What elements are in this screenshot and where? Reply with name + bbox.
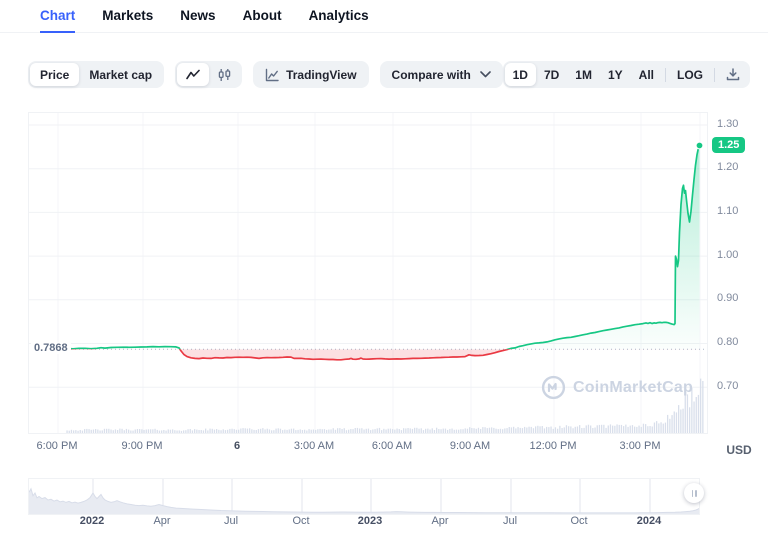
market-cap-button[interactable]: Market cap <box>79 63 162 86</box>
range-1m-button[interactable]: 1M <box>567 63 600 86</box>
divider <box>665 67 666 82</box>
x-tick-label: 12:00 PM <box>529 440 577 452</box>
tradingview-chart-icon <box>265 68 279 81</box>
timeline-label-jul: Jul <box>502 515 518 527</box>
current-price-badge: 1.25 <box>712 136 746 153</box>
y-tick-label: 1.20 <box>717 161 739 174</box>
currency-unit-label: USD <box>726 443 752 457</box>
x-tick-label: 9:00 PM <box>121 440 163 452</box>
download-button[interactable] <box>718 63 748 86</box>
timeline-label-2024: 2024 <box>636 515 662 527</box>
coin-detail-page: Chart Markets News About Analytics Price Mark… <box>0 0 768 548</box>
watermark-text: CoinMarketCap <box>573 378 693 396</box>
chart-toolbar: Price Market cap TradingView Compare wit… <box>28 61 750 88</box>
range-7d-button[interactable]: 7D <box>536 63 567 86</box>
range-1y-button[interactable]: 1Y <box>600 63 631 86</box>
range-options: 1D 7D 1M 1Y All <box>504 63 662 86</box>
chevron-down-icon <box>479 71 491 78</box>
timeline-label-2023: 2023 <box>357 515 383 527</box>
x-tick-label: 6:00 AM <box>371 440 413 452</box>
download-icon <box>726 68 740 81</box>
tab-chart[interactable]: Chart <box>40 0 76 33</box>
timeline-label-oct: Oct <box>292 515 310 527</box>
divider <box>714 67 715 82</box>
candlestick-icon <box>218 68 231 81</box>
x-tick-label: 6 <box>233 440 241 452</box>
y-axis: 1.30 1.20 1.10 1.00 0.90 0.80 0.70 1.25 <box>707 112 765 444</box>
coinmarketcap-watermark: CoinMarketCap <box>541 375 693 400</box>
chart-type-toggle <box>175 61 243 88</box>
x-tick-label: 9:00 AM <box>449 440 491 452</box>
compare-with-dropdown[interactable]: Compare with <box>379 61 503 88</box>
tab-markets[interactable]: Markets <box>102 0 153 33</box>
line-chart-type-button[interactable] <box>177 63 210 86</box>
timeline-label-apr: Apr <box>153 515 171 527</box>
x-tick-label: 6:00 PM <box>36 440 78 452</box>
x-tick-label: 3:00 PM <box>619 440 661 452</box>
price-button[interactable]: Price <box>30 63 80 86</box>
range-all-button[interactable]: All <box>631 63 662 86</box>
tab-news[interactable]: News <box>180 0 215 33</box>
tradingview-button[interactable]: TradingView <box>253 61 369 88</box>
minimap-canvas <box>28 479 700 514</box>
x-axis: 6:00 PM 9:00 PM 6 3:00 AM 6:00 AM 9:00 AM 12:0… <box>0 440 768 456</box>
timeline-axis: 2022 Apr Jul Oct 2023 Apr Jul Oct 2024 <box>0 515 768 531</box>
y-tick-label: 1.00 <box>717 248 739 261</box>
range-1d-button[interactable]: 1D <box>504 63 536 86</box>
price-chart-plot[interactable]: 0.7868 CoinMarketCap <box>28 112 708 434</box>
previous-close-label: 0.7868 <box>31 342 71 354</box>
y-tick-label: 0.70 <box>717 379 739 392</box>
log-scale-button[interactable]: LOG <box>669 63 711 86</box>
timeline-label-jul: Jul <box>223 515 239 527</box>
timeline-label-2022: 2022 <box>79 515 105 527</box>
y-tick-label: 1.30 <box>717 117 739 130</box>
coinmarketcap-logo-icon <box>541 375 566 400</box>
y-tick-label: 0.80 <box>717 336 739 348</box>
compare-with-label: Compare with <box>391 67 471 82</box>
timeline-label-apr: Apr <box>431 515 449 527</box>
x-tick-label: 3:00 AM <box>293 440 335 452</box>
line-chart-icon <box>186 69 200 80</box>
tab-about[interactable]: About <box>243 0 282 33</box>
time-range-toggle: 1D 7D 1M 1Y All LOG <box>502 61 750 88</box>
timeline-minimap[interactable] <box>28 478 704 515</box>
tab-analytics[interactable]: Analytics <box>309 0 369 33</box>
minimap-drag-handle[interactable] <box>684 483 704 503</box>
y-tick-label: 0.90 <box>717 292 739 305</box>
candlestick-chart-type-button[interactable] <box>209 63 240 86</box>
tab-bar: Chart Markets News About Analytics <box>0 0 768 33</box>
timeline-label-oct: Oct <box>570 515 588 527</box>
price-marketcap-toggle: Price Market cap <box>28 61 165 88</box>
tradingview-label: TradingView <box>286 67 357 82</box>
y-tick-label: 1.10 <box>717 204 739 217</box>
